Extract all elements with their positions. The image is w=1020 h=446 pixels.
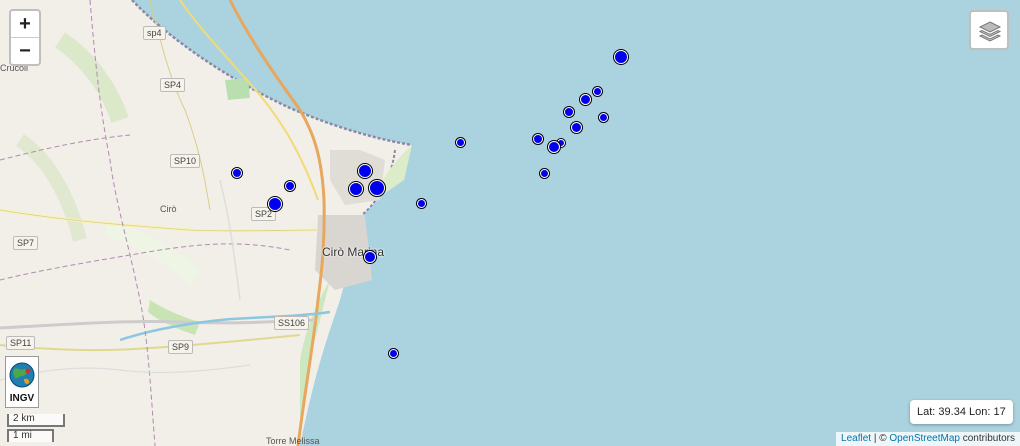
zoom-out-button[interactable]: −	[11, 37, 39, 64]
road-label-sp7: SP7	[13, 236, 39, 250]
scale-metric: 2 km	[7, 414, 65, 427]
earthquake-marker[interactable]	[369, 180, 385, 196]
earthquake-marker[interactable]	[571, 122, 582, 133]
earthquake-marker[interactable]	[417, 199, 426, 208]
ingv-logo: INGV	[5, 356, 39, 408]
road-label-ss106: SS106	[274, 316, 310, 330]
earthquake-marker[interactable]	[389, 349, 398, 358]
earthquake-marker[interactable]	[614, 50, 628, 64]
ingv-globe-icon	[9, 362, 35, 388]
road-label-sp11: SP11	[6, 336, 36, 350]
road-label-sp9: SP9	[168, 340, 194, 354]
cursor-coordinates: Lat: 39.34 Lon: 17	[910, 400, 1013, 424]
scale-imperial: 1 mi	[7, 429, 54, 442]
map-tiles	[0, 0, 1020, 446]
attribution-suffix: contributors	[959, 433, 1015, 444]
road-label-sp10: SP10	[170, 154, 201, 168]
earthquake-marker[interactable]	[540, 169, 549, 178]
earthquake-marker[interactable]	[285, 181, 295, 191]
earthquake-marker[interactable]	[358, 164, 372, 178]
earthquake-marker[interactable]	[349, 182, 363, 196]
road-label-sp4-lower: sp4	[143, 26, 166, 40]
layers-button[interactable]	[969, 10, 1009, 50]
earthquake-marker[interactable]	[599, 113, 608, 122]
place-label-ciro: Cirò	[160, 204, 177, 214]
zoom-control: + −	[9, 9, 41, 66]
osm-link[interactable]: OpenStreetMap	[889, 433, 960, 444]
earthquake-marker[interactable]	[593, 87, 602, 96]
earthquake-marker[interactable]	[533, 134, 543, 144]
place-label-torre-melissa: Torre Melissa	[266, 436, 320, 446]
earthquake-marker[interactable]	[580, 94, 591, 105]
road-label-sp4: SP4	[160, 78, 186, 92]
earthquake-marker[interactable]	[456, 138, 465, 147]
attribution: Leaflet | © OpenStreetMap contributors	[836, 432, 1020, 446]
map[interactable]: sp4 SP4 SP10 SP2 SP7 SS106 SP9 SP11 Cruc…	[0, 0, 1020, 446]
ingv-logo-text: INGV	[9, 393, 35, 404]
earthquake-marker[interactable]	[548, 141, 560, 153]
zoom-in-button[interactable]: +	[11, 11, 39, 37]
layers-icon	[978, 21, 1002, 42]
earthquake-marker[interactable]	[232, 168, 242, 178]
earthquake-marker[interactable]	[268, 197, 282, 211]
attribution-separator: | ©	[871, 433, 890, 444]
earthquake-marker[interactable]	[564, 107, 574, 117]
earthquake-marker[interactable]	[364, 251, 376, 263]
leaflet-link[interactable]: Leaflet	[841, 433, 871, 444]
